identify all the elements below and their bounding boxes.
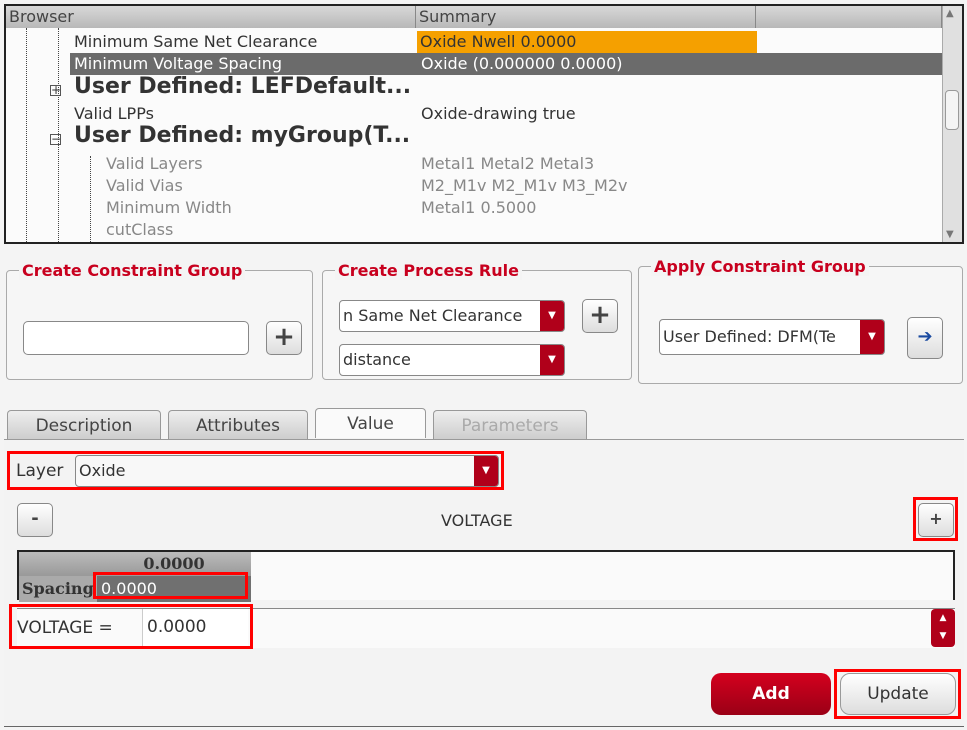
tab-description[interactable]: Description [7,410,161,440]
axis-label: VOLTAGE [441,511,513,530]
row-summary: Oxide Nwell 0.0000 [417,31,757,53]
row-summary: M2_M1v M2_M1v M3_M2v [421,176,628,195]
vertical-scrollbar[interactable]: ▲ ▼ [942,6,962,242]
dropdown-arrow-icon[interactable]: ▼ [540,301,564,331]
tree-row[interactable]: cutClass [6,219,942,241]
dropdown-arrow-icon[interactable]: ▼ [540,345,564,375]
tree-row-group[interactable]: − User Defined: myGroup(T... [6,125,942,153]
add-rule-button[interactable]: + [582,299,618,333]
row-name: Minimum Width [106,198,232,217]
dropdown-arrow-icon[interactable]: ▼ [860,320,884,354]
tab-value[interactable]: Value [315,408,426,438]
tree-row-selected[interactable]: Minimum Voltage Spacing Oxide (0.000000 0… [70,53,942,75]
tree-row[interactable]: Valid Layers Metal1 Metal2 Metal3 [6,153,942,175]
highlight-box [9,604,253,649]
remove-column-button[interactable]: - [17,503,53,537]
tab-attributes[interactable]: Attributes [168,410,308,440]
row-name: cutClass [106,220,174,239]
row-name: User Defined: LEFDefault... [74,74,412,99]
constraint-browser: Browser Summary Minimum Same Net Clearan… [4,4,964,244]
highlight-box [93,572,248,599]
row-name: User Defined: myGroup(T... [74,123,411,148]
row-summary: Metal1 0.5000 [421,198,537,217]
parameter-select[interactable]: distance ▼ [339,344,565,376]
apply-constraint-group-panel: Apply Constraint Group User Defined: DFM… [638,257,963,384]
highlight-box [834,669,961,719]
column-header-summary[interactable]: Summary [416,6,756,28]
add-button[interactable]: Add [711,673,831,715]
highlight-box [7,451,504,490]
apply-arrow-button[interactable]: ➔ [907,317,943,359]
scrollbar-thumb[interactable] [945,90,959,130]
column-header-empty [756,6,942,28]
panel-title: Apply Constraint Group [651,257,869,276]
row-name: Minimum Same Net Clearance [74,32,318,51]
tree-row[interactable]: Valid LPPs Oxide-drawing true [6,103,942,125]
create-constraint-group-panel: Create Constraint Group + [6,261,313,380]
apply-group-value: User Defined: DFM(Te [663,327,836,346]
panel-title: Create Constraint Group [19,261,246,280]
create-process-rule-panel: Create Process Rule n Same Net Clearance… [322,261,632,380]
collapse-icon[interactable]: − [50,133,61,145]
tree-row-group[interactable]: + User Defined: LEFDefault... [6,76,942,104]
row-header: Spacing [19,576,97,602]
voltage-spinner[interactable]: ▲ ▼ [931,609,955,647]
column-header-browser[interactable]: Browser [6,6,416,28]
add-group-button[interactable]: + [266,321,302,355]
panel-title: Create Process Rule [335,261,522,280]
row-name: Valid LPPs [74,104,154,123]
highlight-box [913,497,958,541]
tree-row[interactable]: Minimum Same Net Clearance Oxide Nwell 0.… [6,31,942,53]
tree-row[interactable]: Minimum Width Metal1 0.5000 [6,197,942,219]
row-summary: Oxide (0.000000 0.0000) [421,54,623,73]
scroll-down-icon[interactable]: ▼ [946,229,954,240]
scroll-up-icon[interactable]: ▲ [946,8,954,19]
row-summary: Oxide-drawing true [421,104,576,123]
group-name-input[interactable] [23,321,249,355]
row-name: Valid Layers [106,154,203,173]
row-name: Valid Vias [106,176,183,195]
rule-value: n Same Net Clearance [343,306,523,325]
row-summary: Metal1 Metal2 Metal3 [421,154,595,173]
apply-group-select[interactable]: User Defined: DFM(Te ▼ [659,319,885,355]
parameter-value: distance [343,350,411,369]
rule-select[interactable]: n Same Net Clearance ▼ [339,300,565,332]
row-name: Minimum Voltage Spacing [74,54,282,73]
tree-row[interactable]: Valid Vias M2_M1v M2_M1v M3_M2v [6,175,942,197]
expand-icon[interactable]: + [50,84,61,96]
column-header: 0.0000 [143,554,205,573]
tab-parameters[interactable]: Parameters [433,410,587,440]
